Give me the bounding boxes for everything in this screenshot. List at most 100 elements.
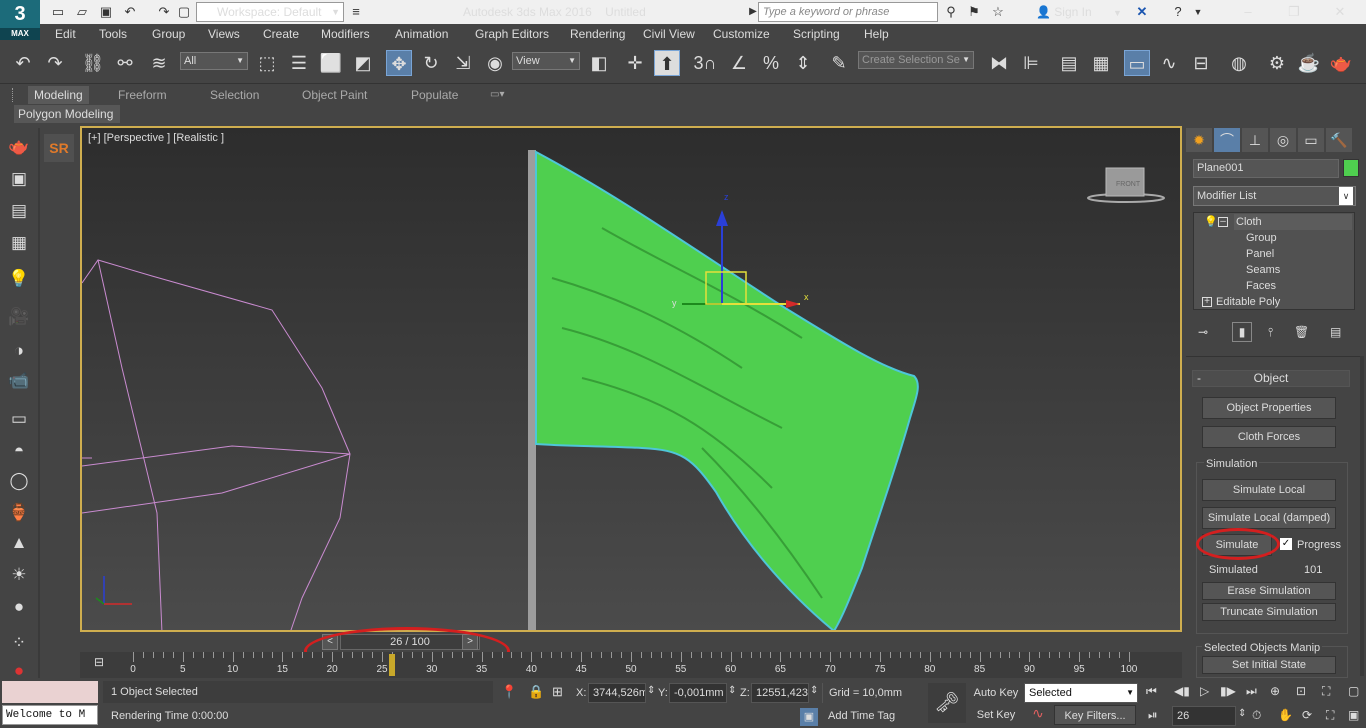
lightbulb-icon[interactable]: 💡 xyxy=(1204,214,1218,230)
tab-object-paint[interactable]: Object Paint xyxy=(302,86,367,104)
select-and-scale-icon[interactable]: ⇲ xyxy=(450,50,476,76)
zoom-extents-icon[interactable]: ⊕ xyxy=(1270,684,1280,698)
menu-tools[interactable]: Tools xyxy=(99,24,127,44)
sign-in-button[interactable]: 👤 Sign In ▼ xyxy=(1036,0,1122,25)
render-setup-icon[interactable]: ⚙ xyxy=(1264,50,1290,76)
sun-icon[interactable]: ☀ xyxy=(6,562,32,588)
menu-group[interactable]: Group xyxy=(152,24,185,44)
erase-simulation-button[interactable]: Erase Simulation xyxy=(1202,582,1336,600)
x-coord-field[interactable]: 3744,526mm xyxy=(588,683,646,703)
progress-checkbox[interactable]: ✓ xyxy=(1280,538,1292,550)
snap-toggle-icon[interactable]: 3∩ xyxy=(692,50,718,76)
isolate-selection-icon[interactable]: 📍 xyxy=(501,684,517,700)
new-file-icon[interactable]: ▭ xyxy=(50,4,66,20)
pan-view-icon[interactable]: ✋ xyxy=(1278,708,1293,722)
particles-icon[interactable]: ⁘ xyxy=(6,630,32,656)
object-name-field[interactable]: Plane001 xyxy=(1193,159,1339,178)
object-properties-button[interactable]: Object Properties xyxy=(1202,397,1336,419)
select-by-name-icon[interactable]: ☰ xyxy=(286,50,312,76)
modifier-list-dropdown[interactable]: Modifier List ∨ xyxy=(1193,186,1356,206)
set-initial-state-button[interactable]: Set Initial State xyxy=(1202,656,1336,674)
open-file-icon[interactable]: ▱ xyxy=(74,4,90,20)
stack-item-editable-poly[interactable]: Editable Poly xyxy=(1216,294,1280,310)
app-logo-button[interactable]: 3 MAX xyxy=(0,0,40,40)
stack-subitem-seams[interactable]: Seams xyxy=(1246,262,1280,278)
track-bar-toggle-icon[interactable]: ⊟ xyxy=(88,655,110,673)
add-time-tag-button[interactable]: Add Time Tag xyxy=(822,706,922,726)
tab-modeling[interactable]: Modeling xyxy=(28,86,89,104)
modifier-stack[interactable]: 💡 – Cloth Group Panel Seams Faces + Edit… xyxy=(1193,212,1355,310)
search-binoculars-icon[interactable]: ⚲ xyxy=(943,4,959,20)
select-object-icon[interactable]: ⬚ xyxy=(254,50,280,76)
project-folder-icon[interactable]: ▢ xyxy=(176,4,192,20)
material-editor-icon[interactable]: ◍ xyxy=(1226,50,1252,76)
render-production-icon[interactable]: 🫖 xyxy=(1328,50,1354,76)
edit-named-selection-icon[interactable]: ✎ xyxy=(826,50,852,76)
viewcube[interactable]: FRONT xyxy=(1087,167,1165,203)
grid-panel-icon[interactable]: ▦ xyxy=(6,230,32,256)
selection-lock-icon[interactable]: 🔒 xyxy=(528,684,544,700)
y-coord-field[interactable]: -0,001mm xyxy=(669,683,727,703)
maximize-button[interactable]: ❐ xyxy=(1272,0,1316,24)
redo-icon[interactable]: ↷ xyxy=(156,4,172,20)
teapot-primitive-icon[interactable]: 🏺 xyxy=(6,500,32,526)
undo-icon[interactable]: ↶ xyxy=(10,50,36,76)
cloth-forces-button[interactable]: Cloth Forces xyxy=(1202,426,1336,448)
create-tab-icon[interactable]: ✹ xyxy=(1186,128,1212,152)
rect-selection-region-icon[interactable]: ⬜ xyxy=(318,50,344,76)
truncate-simulation-button[interactable]: Truncate Simulation xyxy=(1202,603,1336,621)
search-input[interactable]: Type a keyword or phrase xyxy=(758,2,938,22)
perspective-viewport[interactable]: [+] [Perspective ] [Realistic ] x y z FR… xyxy=(80,126,1182,632)
min-max-toggle-icon[interactable]: ▣ xyxy=(1348,708,1359,722)
z-coord-field[interactable]: 12551,423 xyxy=(751,683,809,703)
object-color-swatch[interactable] xyxy=(1343,159,1359,177)
absolute-mode-icon[interactable]: ⊞ xyxy=(552,684,563,700)
ribbon-grip[interactable] xyxy=(12,88,15,102)
redo-icon[interactable]: ↷ xyxy=(42,50,68,76)
reference-coord-dropdown[interactable]: View ▼ xyxy=(512,52,580,70)
hemisphere-primitive-icon[interactable]: ◓ xyxy=(6,438,32,464)
hierarchy-tab-icon[interactable]: ⊥ xyxy=(1242,128,1268,152)
go-to-start-icon[interactable]: ⏮ xyxy=(1146,684,1157,699)
play-icon[interactable]: ▷ xyxy=(1200,684,1209,698)
minimize-button[interactable]: – xyxy=(1226,0,1270,24)
walk-through-icon[interactable]: ⛶ xyxy=(1326,708,1334,723)
selection-filter-dropdown[interactable]: All ▼ xyxy=(180,52,248,70)
menu-graph-editors[interactable]: Graph Editors xyxy=(475,24,549,44)
field-of-view-icon[interactable]: ⛶ xyxy=(1322,684,1330,699)
modify-tab-icon[interactable]: ⌒ xyxy=(1214,128,1240,152)
collapse-icon[interactable]: – xyxy=(1218,217,1228,227)
menu-modifiers[interactable]: Modifiers xyxy=(321,24,370,44)
show-end-result-icon[interactable]: ▮ xyxy=(1232,322,1252,342)
render-frame-icon[interactable]: ☕ xyxy=(1296,50,1322,76)
x-coord-spinner-icon[interactable]: ⇕ xyxy=(647,685,655,696)
window-crossing-icon[interactable]: ◩ xyxy=(350,50,376,76)
select-and-move-icon[interactable]: ✥ xyxy=(386,50,412,76)
remove-modifier-icon[interactable]: 🗑 xyxy=(1294,325,1309,339)
pin-stack-icon[interactable]: ⊸ xyxy=(1198,325,1208,339)
mirror-icon[interactable]: ⧓ xyxy=(986,50,1012,76)
time-tag-icon[interactable]: ▣ xyxy=(800,708,818,726)
maximize-viewport-icon[interactable]: ▢ xyxy=(1348,684,1359,698)
close-button[interactable]: ✕ xyxy=(1318,0,1362,24)
stack-item-cloth[interactable]: Cloth xyxy=(1234,214,1352,230)
rollout-object-header[interactable]: - Object xyxy=(1192,370,1350,387)
simulate-local-button[interactable]: Simulate Local xyxy=(1202,479,1336,501)
stack-subitem-panel[interactable]: Panel xyxy=(1246,246,1274,262)
menu-help[interactable]: Help xyxy=(864,24,889,44)
communication-icon[interactable]: ⚑ xyxy=(966,4,982,20)
teapot-icon[interactable]: 🫖 xyxy=(6,134,32,160)
motion-tab-icon[interactable]: ◎ xyxy=(1270,128,1296,152)
spinner-snap-icon[interactable]: ⇕ xyxy=(790,50,816,76)
z-coord-spinner-icon[interactable]: ⇕ xyxy=(810,685,818,696)
time-configuration-icon[interactable]: ⏱ xyxy=(1252,708,1261,723)
box-primitive-icon[interactable]: ▭ xyxy=(6,406,32,432)
select-manipulate-icon[interactable]: ✛ xyxy=(622,50,648,76)
exchange-x-icon[interactable]: ✕ xyxy=(1134,4,1150,20)
menu-scripting[interactable]: Scripting xyxy=(793,24,840,44)
set-key-mode-icon[interactable]: 🗝 xyxy=(928,683,966,723)
y-coord-spinner-icon[interactable]: ⇕ xyxy=(728,685,736,696)
favorites-star-icon[interactable]: ☆ xyxy=(990,4,1006,20)
auto-key-button[interactable]: Auto Key xyxy=(970,683,1022,703)
key-filters-button[interactable]: Key Filters... xyxy=(1054,705,1136,725)
